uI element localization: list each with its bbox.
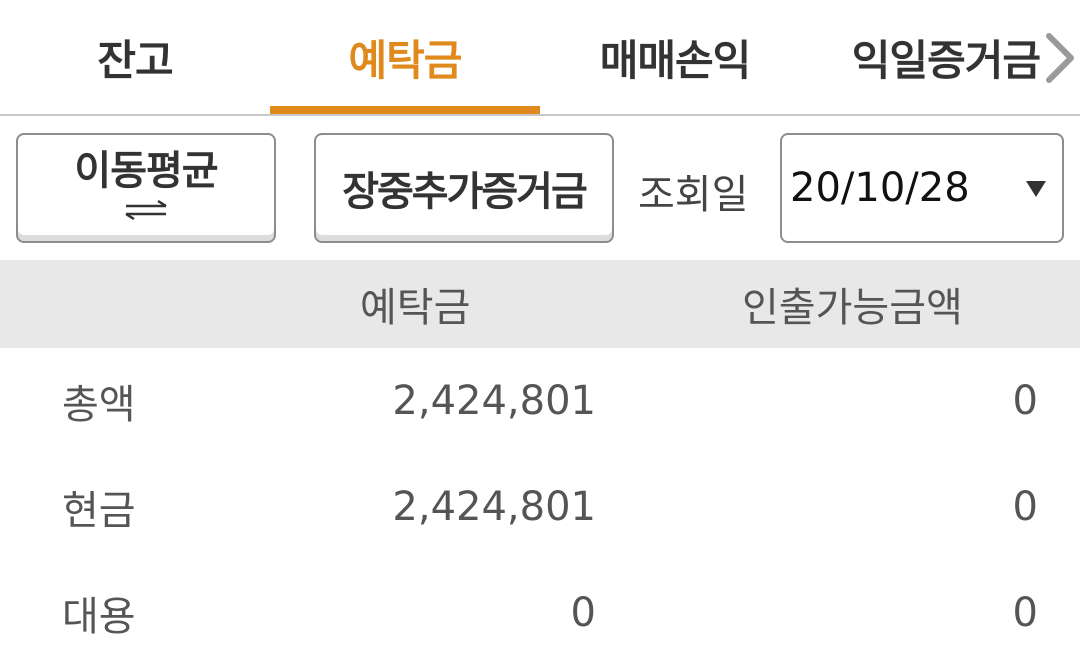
query-date-label: 조회일: [638, 172, 749, 218]
tab-deposit[interactable]: 예탁금: [270, 0, 540, 114]
deposit-value: 2,424,801: [392, 484, 596, 530]
intraday-additional-margin-label: 장중추가증거금: [342, 169, 588, 215]
withdrawable-value: 0: [1012, 484, 1038, 530]
active-tab-indicator: [270, 106, 540, 114]
tab-trading-pnl[interactable]: 매매손익: [540, 0, 810, 114]
deposit-value: 2,424,801: [392, 378, 596, 424]
chevron-right-icon[interactable]: [1040, 30, 1080, 86]
table-row: 현금 2,424,801 0: [0, 454, 1080, 560]
column-header-deposit: 예탁금: [360, 285, 471, 331]
query-date-value: 20/10/28: [790, 165, 970, 211]
table-header: 예탁금 인출가능금액: [0, 260, 1080, 348]
withdrawable-value: 0: [1012, 590, 1038, 636]
moving-average-label: 이동평균: [74, 148, 218, 194]
swap-arrows-icon: [122, 199, 170, 224]
table-row: 총액 2,424,801 0: [0, 348, 1080, 454]
column-header-withdrawable: 인출가능금액: [742, 285, 963, 331]
tab-next-day-margin[interactable]: 익일증거금: [810, 0, 1041, 114]
row-label: 총액: [62, 382, 136, 428]
deposit-value: 0: [570, 590, 596, 636]
row-label: 현금: [62, 488, 136, 534]
table-row: 대용 0 0: [0, 560, 1080, 666]
row-label: 대용: [62, 594, 136, 640]
intraday-additional-margin-button[interactable]: 장중추가증거금: [314, 133, 614, 243]
moving-average-button[interactable]: 이동평균: [16, 133, 276, 243]
caret-down-icon: [1026, 181, 1046, 201]
query-date-select[interactable]: 20/10/28: [780, 133, 1064, 243]
withdrawable-value: 0: [1012, 378, 1038, 424]
tab-balance[interactable]: 잔고: [0, 0, 270, 114]
tab-bar: 잔고 예탁금 매매손익 익일증거금: [0, 0, 1080, 116]
